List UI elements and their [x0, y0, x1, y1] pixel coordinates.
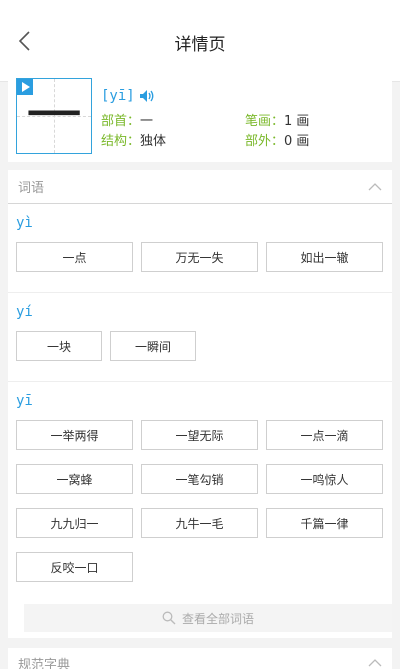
extra-strokes-label: 部外： — [245, 134, 285, 149]
speaker-icon — [139, 90, 154, 102]
play-icon — [21, 82, 30, 92]
word-group-yi1: yī 一举两得 一望无际 一点一滴 一窝蜂 一笔勾销 一鸣惊人 九九归一 九牛一… — [8, 382, 392, 638]
word-list: 一举两得 一望无际 一点一滴 一窝蜂 一笔勾销 一鸣惊人 九九归一 九牛一毛 千… — [16, 420, 384, 596]
strokes-label: 笔画： — [245, 114, 285, 129]
word-button[interactable]: 一鸣惊人 — [266, 464, 383, 494]
dictionary-section-header[interactable]: 规范字典 — [8, 648, 392, 669]
word-button[interactable]: 一瞬间 — [110, 331, 196, 361]
word-button[interactable]: 如出一辙 — [266, 242, 383, 272]
word-button[interactable]: 一块 — [16, 331, 102, 361]
words-section-title: 词语 — [18, 181, 45, 196]
word-button[interactable]: 一举两得 — [16, 420, 133, 450]
word-group-pinyin: yì — [16, 215, 33, 231]
extra-strokes-value: 0 画 — [284, 134, 310, 149]
pronounce-button[interactable] — [139, 89, 155, 103]
word-group-yi2: yí 一块 一瞬间 — [8, 293, 392, 382]
pinyin-row: [yī] — [101, 88, 155, 104]
structure-label: 结构： — [101, 134, 141, 149]
strokes-info: 笔画：1 画 — [245, 110, 309, 129]
word-button[interactable]: 一点 — [16, 242, 133, 272]
word-button[interactable]: 反咬一口 — [16, 552, 133, 582]
word-list: 一点 万无一失 如出一辙 — [16, 242, 384, 286]
word-group-yi4: yì 一点 万无一失 如出一辙 — [8, 204, 392, 293]
strokes-value: 1 画 — [284, 114, 310, 129]
page-title: 详情页 — [174, 35, 226, 55]
character-pinyin: [yī] — [101, 88, 135, 104]
radical-label: 部首： — [101, 114, 141, 129]
character-writing-box: 一 — [16, 78, 92, 154]
search-icon — [162, 611, 176, 625]
word-group-pinyin: yí — [16, 304, 33, 320]
word-button[interactable]: 一笔勾销 — [141, 464, 258, 494]
word-button[interactable]: 万无一失 — [141, 242, 258, 272]
stroke-play-button[interactable] — [17, 79, 33, 95]
word-list: 一块 一瞬间 — [16, 331, 384, 375]
chevron-up-icon — [368, 659, 382, 667]
radical-info: 部首：一 — [101, 110, 153, 129]
word-button[interactable]: 九九归一 — [16, 508, 133, 538]
character-card: 一 [yī] 部首：一 笔画：1 画 结构：独体 部外：0 画 — [8, 70, 392, 162]
chevron-up-icon — [368, 182, 382, 190]
words-section-header[interactable]: 词语 — [8, 170, 392, 204]
word-group-pinyin: yī — [16, 393, 33, 409]
dictionary-section-title: 规范字典 — [18, 657, 71, 669]
structure-value: 独体 — [140, 134, 167, 149]
word-button[interactable]: 千篇一律 — [266, 508, 383, 538]
words-section: 词语 yì 一点 万无一失 如出一辙 yí 一块 一瞬间 yī 一举两得 一望无… — [8, 170, 392, 638]
extra-strokes-info: 部外：0 画 — [245, 130, 309, 149]
view-all-words-label: 查看全部词语 — [181, 611, 254, 626]
word-button[interactable]: 一窝蜂 — [16, 464, 133, 494]
word-button[interactable]: 九牛一毛 — [141, 508, 258, 538]
structure-info: 结构：独体 — [101, 130, 166, 149]
view-all-words-button[interactable]: 查看全部词语 — [24, 604, 392, 632]
word-button[interactable]: 一望无际 — [141, 420, 258, 450]
word-button[interactable]: 一点一滴 — [266, 420, 383, 450]
radical-value: 一 — [140, 114, 154, 129]
